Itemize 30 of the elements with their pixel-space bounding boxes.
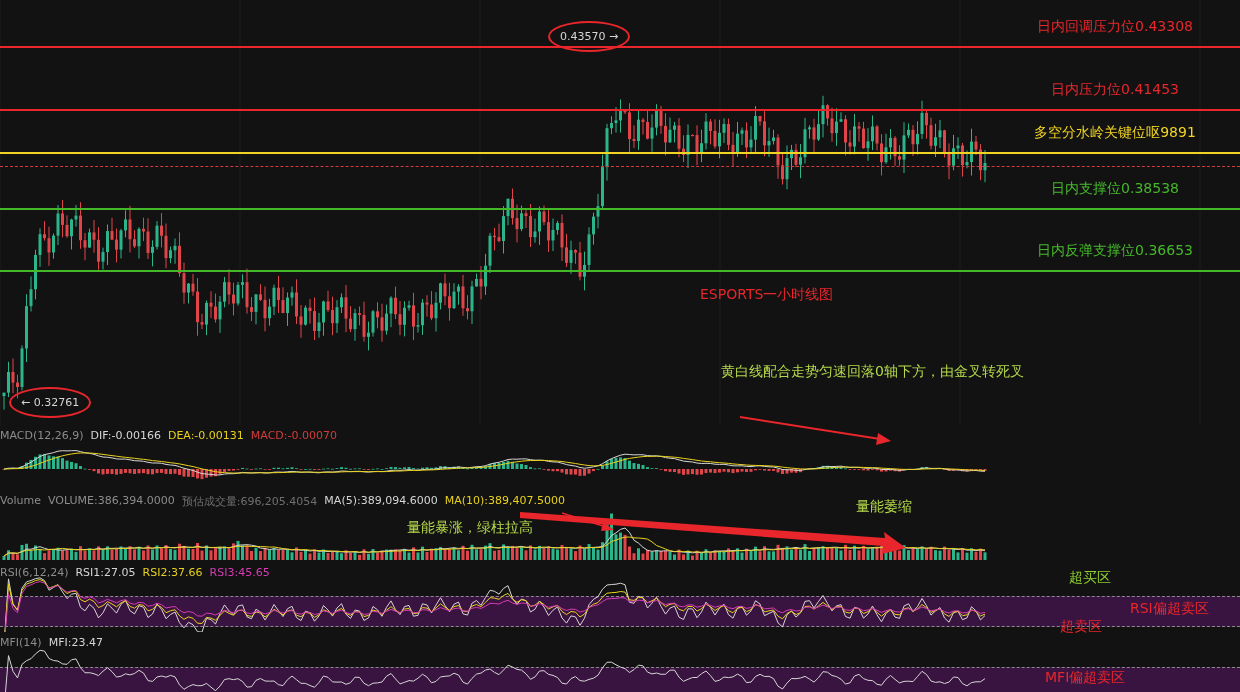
- indicator-name: Volume: [0, 494, 41, 509]
- indicator-name: MFI(14): [0, 636, 42, 649]
- indicator-value: MACD:-0.00070: [250, 429, 337, 442]
- indicator-value: RSI2:37.66: [142, 566, 203, 579]
- annotation-text: 黄白线配合走势匀速回落0轴下方，由金叉转死叉: [721, 363, 1024, 381]
- indicator-value: MA(5):389,094.6000: [324, 494, 438, 509]
- indicator-name: RSI(6,12,24): [0, 566, 69, 579]
- indicator-value: RSI1:27.05: [75, 566, 136, 579]
- level-label: 日内压力位0.41453: [1050, 80, 1180, 99]
- indicator-name: MACD(12,26,9): [0, 429, 84, 442]
- zone-label: 超卖区: [1060, 618, 1102, 636]
- indicator-value: DIF:-0.00166: [90, 429, 161, 442]
- indicator-value: 预估成交量:696,205.4054: [181, 494, 318, 509]
- level-label: 日内回调压力位0.43308: [1036, 17, 1194, 36]
- indicator-value: RSI3:45.65: [209, 566, 270, 579]
- annotation-text: 量能暴涨，绿柱拉高: [407, 519, 533, 537]
- annotation-text: 量能萎缩: [856, 498, 912, 516]
- indicator-value: MFI:23.47: [48, 636, 103, 649]
- level-label: 日内支撑位0.38538: [1050, 179, 1180, 198]
- indicator-value: VOLUME:386,394.0000: [47, 494, 175, 509]
- zone-label: MFI偏超卖区: [1045, 669, 1126, 687]
- high-price-label: 0.43570 →: [548, 21, 631, 52]
- zone-label: RSI偏超卖区: [1130, 600, 1209, 618]
- level-label: 日内反弹支撑位0.36653: [1036, 241, 1194, 260]
- indicator-value: MA(10):389,407.5000: [444, 494, 565, 509]
- indicator-value: DEA:-0.00131: [167, 429, 244, 442]
- zone-label: 超买区: [1069, 569, 1111, 587]
- chart-title: ESPORTS一小时线图: [700, 286, 834, 304]
- level-label: 多空分水岭关键位呕9891: [1033, 123, 1197, 142]
- low-price-label: ← 0.32761: [9, 387, 92, 418]
